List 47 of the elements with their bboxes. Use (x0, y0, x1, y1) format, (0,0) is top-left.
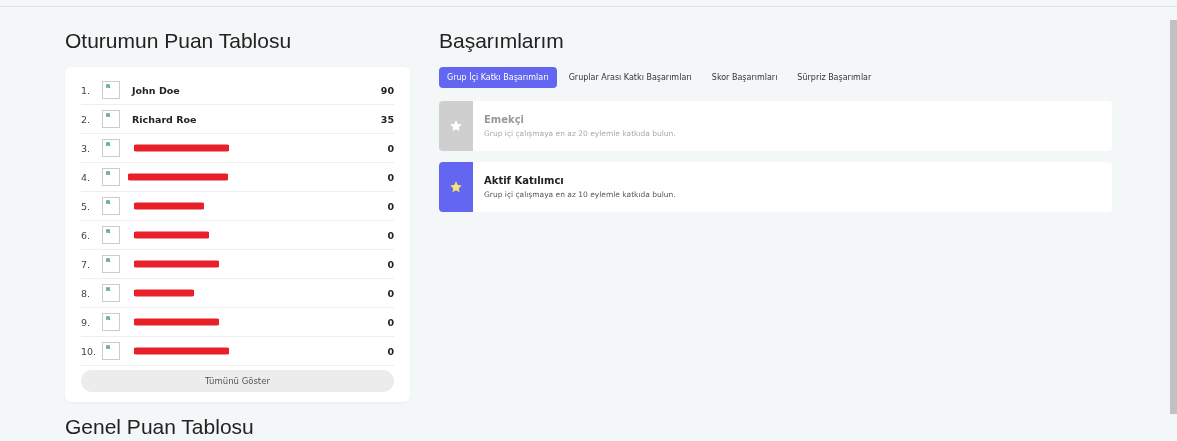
broken-image-icon (102, 81, 120, 99)
rank: 7. (81, 258, 92, 270)
achievement-title: Emekçi (484, 114, 526, 125)
star-icon (449, 180, 463, 194)
show-all-button[interactable]: Tümünü Göster (81, 370, 394, 392)
player-name: Richard Roe (132, 113, 197, 125)
tab[interactable]: Gruplar Arası Katkı Başarımları (560, 67, 700, 88)
rank: 6. (81, 229, 92, 241)
section-title: Başarımlarım (439, 29, 565, 53)
rank: 2. (81, 113, 92, 125)
broken-image-icon (102, 255, 120, 273)
broken-image-icon (102, 110, 120, 128)
score: 0 (387, 171, 394, 183)
score: 0 (387, 142, 394, 154)
rank: 9. (81, 316, 92, 328)
broken-image-icon (102, 226, 120, 244)
broken-image-icon (102, 197, 120, 215)
player-name: John Doe (132, 84, 180, 96)
tab[interactable]: Skor Başarımları (703, 67, 786, 88)
score: 0 (387, 200, 394, 212)
tab[interactable]: Grup İçi Katkı Başarımları (439, 67, 557, 88)
redaction-mark (134, 289, 194, 297)
scrollbar[interactable] (1170, 20, 1177, 414)
broken-image-icon (102, 313, 120, 331)
score: 0 (387, 316, 394, 328)
section-title: Oturumun Puan Tablosu (65, 29, 293, 53)
section-title: Genel Puan Tablosu (65, 416, 255, 439)
score: 35 (380, 113, 394, 125)
achievement-title: Aktif Katılımcı (484, 175, 565, 186)
redaction-mark (134, 202, 204, 210)
rank: 8. (81, 287, 92, 299)
broken-image-icon (102, 284, 120, 302)
rank: 4. (81, 171, 92, 183)
rank: 3. (81, 142, 92, 154)
rank: 5. (81, 200, 92, 212)
star-icon (449, 119, 463, 133)
rank: 1. (81, 84, 92, 96)
broken-image-icon (102, 139, 120, 157)
score: 0 (387, 229, 394, 241)
tab[interactable]: Sürpriz Başarımlar (789, 67, 880, 88)
score: 0 (387, 345, 394, 357)
broken-image-icon (102, 342, 120, 360)
score: 90 (380, 84, 394, 96)
broken-image-icon (102, 168, 120, 186)
score: 0 (387, 287, 394, 299)
score: 0 (387, 258, 394, 270)
rank: 10. (81, 345, 98, 357)
